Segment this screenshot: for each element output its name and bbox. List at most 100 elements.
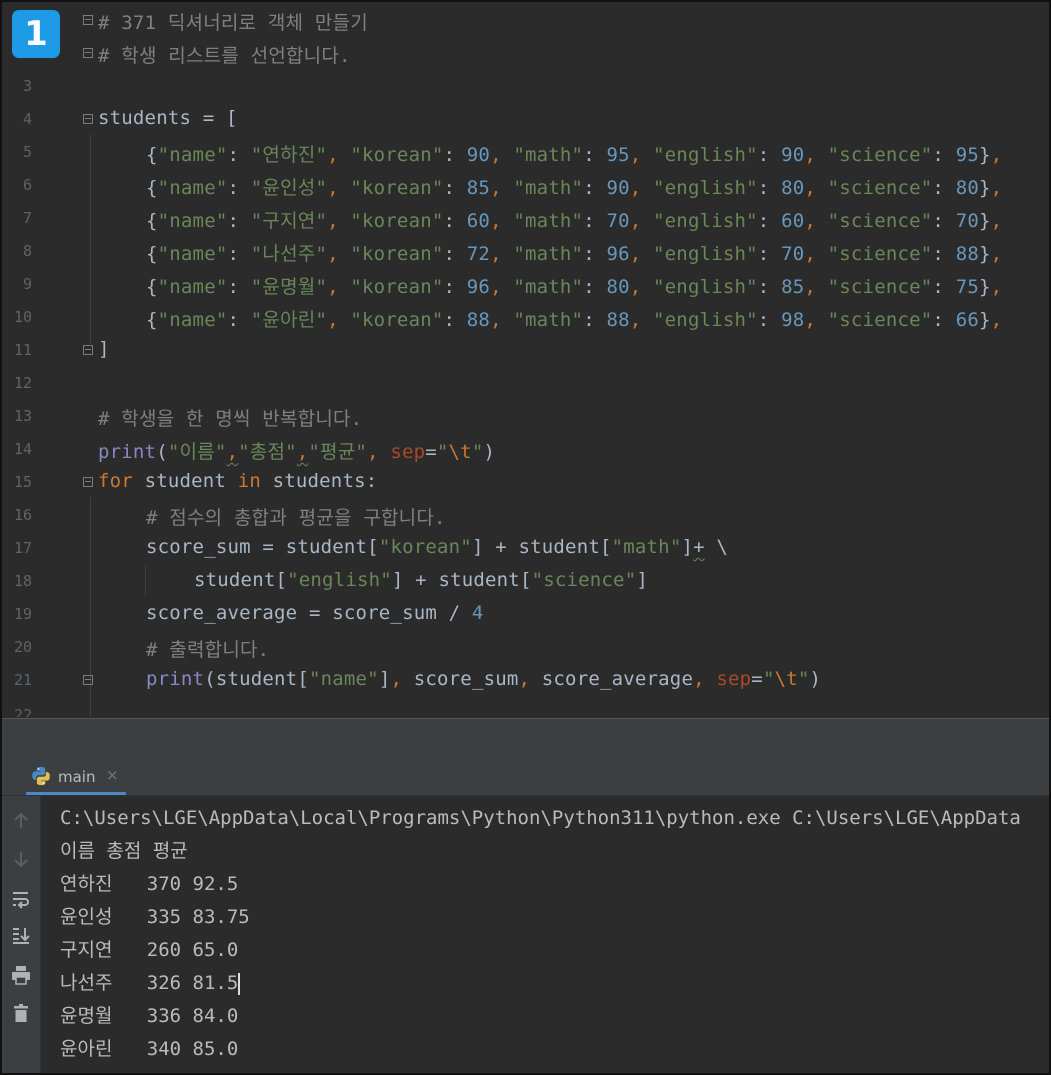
fold-icon[interactable] [83,345,93,355]
code-line[interactable]: 4 students = [ [2,103,1049,136]
fold-icon[interactable] [83,114,93,124]
code-line[interactable]: 16 # 점수의 총합과 평균을 구합니다. [2,499,1049,532]
console-line: 이름 총점 평균 [60,840,188,862]
code-line[interactable]: 17 score_sum = student["korean"] + stude… [2,532,1049,565]
line-number: 3 [22,77,32,95]
string-token: "총점" [238,441,297,463]
string-token: " [436,441,449,463]
string-token: " [471,441,484,463]
line-number: 17 [13,539,32,557]
escape-token: \t [448,441,472,463]
panel-divider[interactable] [2,718,1049,757]
code-text: for student in students: [98,470,377,492]
code-editor[interactable]: 1 1 # 371 딕셔너리로 객체 만들기 2 # 학생 리스트를 선언합니다… [2,2,1049,717]
scroll-to-end-icon[interactable] [10,924,32,946]
code-line[interactable]: 20 # 출력합니다. [2,631,1049,664]
console-line: 윤명월 336 84.0 [60,1005,239,1027]
code-line[interactable]: 8 {"name": "나선주", "korean": 72, "math": 9… [2,235,1049,268]
fold-icon[interactable] [83,15,93,25]
comment: # 출력합니다. [146,639,270,661]
console-line: 윤아린 340 85.0 [60,1038,239,1060]
fold-icon[interactable] [83,48,93,58]
dict-literal: {"name": "윤아린", "korean": 88, "math": 88… [146,309,1003,331]
identifier-token: score_sum [332,602,437,624]
tab-main[interactable]: main × [26,757,126,795]
console-line: 나선주 326 81.5 [60,967,1021,1000]
code-line[interactable]: 15 for student in students: [2,466,1049,499]
keyword-token: for [98,470,133,492]
code-line[interactable]: 7 {"name": "구지연", "korean": 60, "math": 7… [2,202,1049,235]
arrow-up-icon[interactable] [10,810,32,832]
tab-label: main [58,768,96,786]
code-line[interactable]: 3 [2,70,1049,103]
keyword-token: in [237,470,261,492]
code-text: print("이름","총점","평균", sep="\t") [98,441,496,463]
string-token: "이름" [167,441,227,463]
param-token: sep [716,668,752,690]
line-number: 14 [13,440,32,458]
console-line: C:\Users\LGE\AppData\Local\Programs\Pyth… [60,807,1021,829]
identifier-token: student [194,569,276,591]
number-token: 4 [471,602,484,624]
dict-literal: {"name": "윤인성", "korean": 85, "math": 90… [146,177,1003,199]
code-line[interactable]: 14 print("이름","총점","평균", sep="\t") [2,433,1049,466]
line-number: 13 [13,407,32,425]
step-badge: 1 [12,10,60,58]
code-line[interactable]: 13 # 학생을 한 명씩 반복합니다. [2,400,1049,433]
console-line-text: 나선주 326 81.5 [60,972,239,994]
identifier-token: score_sum [146,536,251,558]
close-icon[interactable]: × [106,766,119,784]
code-line[interactable]: 10 {"name": "윤아린", "korean": 88, "math": … [2,301,1049,334]
line-number: 22 [13,706,32,717]
param-token: sep [390,441,426,463]
code-text: print(student["name"], score_sum, score_… [146,668,822,690]
comment: # 학생 리스트를 선언합니다. [98,45,351,67]
string-token: "평균" [308,441,368,463]
code-line[interactable]: 12 [2,367,1049,400]
escape-token: \t [774,668,798,690]
console-line: 윤인성 335 83.75 [60,906,250,928]
dict-literal: {"name": "윤명월", "korean": 96, "math": 80… [146,276,1003,298]
print-token: print [146,668,205,690]
code-line[interactable]: 1 # 371 딕셔너리로 객체 만들기 [2,4,1049,37]
code-line[interactable]: 5 {"name": "연하진", "korean": 90, "math": 9… [2,136,1049,169]
code-text: score_sum = student["korean"] + student[… [146,536,729,558]
line-number: 20 [13,638,32,656]
code-text: score_average = score_sum / 4 [146,602,484,624]
soft-wrap-icon[interactable] [10,888,32,910]
trash-icon[interactable] [10,1002,32,1024]
code-text: student["english"] + student["science"] [194,569,648,591]
code-line[interactable]: 22 [2,699,1049,717]
string-token: " [797,668,810,690]
fold-icon[interactable] [83,477,93,487]
print-icon[interactable] [10,964,32,986]
string-token: "math" [611,536,682,558]
fold-icon[interactable] [83,675,93,685]
code-text: students = [ [98,107,238,129]
text-cursor [238,972,241,995]
run-console[interactable]: C:\Users\LGE\AppData\Local\Programs\Pyth… [2,796,1049,1073]
code-line[interactable]: 6 {"name": "윤인성", "korean": 85, "math": 9… [2,169,1049,202]
code-line[interactable]: 21 print(student["name"], score_sum, sco… [2,664,1049,697]
console-line: 연하진 370 92.5 [60,873,239,895]
string-token: " [762,668,775,690]
line-number: 10 [13,308,32,326]
identifier-token: student [285,536,368,558]
code-line[interactable]: 11 ] [2,334,1049,367]
string-token: "korean" [378,536,472,558]
code-line[interactable]: 18 student["english"] + student["science… [2,565,1049,598]
arrow-down-icon[interactable] [10,848,32,870]
active-tab-indicator [26,792,126,795]
dict-literal: {"name": "연하진", "korean": 90, "math": 95… [146,144,1003,166]
code-line[interactable]: 9 {"name": "윤명월", "korean": 96, "math": 8… [2,268,1049,301]
comment: # 371 딕셔너리로 객체 만들기 [98,12,368,34]
line-number: 18 [13,572,32,590]
code-line[interactable]: 19 score_average = score_sum / 4 [2,598,1049,631]
string-token: "science" [531,569,637,591]
code-line[interactable]: 2 # 학생 리스트를 선언합니다. [2,37,1049,70]
line-number: 16 [13,506,32,524]
comment: # 학생을 한 명씩 반복합니다. [98,408,363,430]
line-number: 6 [22,176,32,194]
code-text: ] [98,338,110,360]
line-number: 4 [22,110,32,128]
